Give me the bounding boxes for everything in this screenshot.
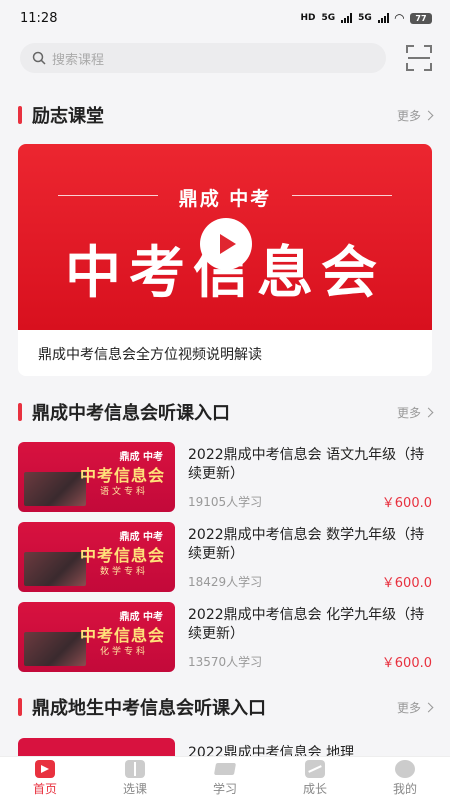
thumb-title: 中考信息会 (80, 546, 166, 565)
thumb-brand: 鼎成 中考 (119, 452, 163, 463)
course-thumbnail: 鼎成 中考 中考信息会 化学专科 (18, 602, 175, 672)
thumb-photo (24, 552, 86, 586)
section-title: 励志课堂 (32, 106, 104, 127)
tab-label: 首页 (32, 782, 57, 796)
course-price: ￥600.0 (381, 576, 432, 591)
featured-video-card[interactable]: 鼎成 中考 中考信息会 鼎成中考信息会全方位视频说明解读 (18, 144, 432, 376)
chevron-right-icon (423, 702, 434, 712)
tab-home[interactable]: 首页 (0, 757, 90, 800)
more-label: 更多 (396, 700, 421, 715)
status-bar: 11:28 HD 5G 5G ◠ 77 (0, 0, 450, 36)
course-thumbnail: 鼎成 中考 中考信息会 数学专科 (18, 522, 175, 592)
course-thumbnail (18, 738, 175, 758)
course-title: 2022鼎成中考信息会 数学九年级（持续更新） (188, 527, 425, 562)
tab-growth[interactable]: 成长 (270, 757, 360, 800)
course-item[interactable]: 鼎成 中考 中考信息会 化学专科 2022鼎成中考信息会 化学九年级（持续更新）… (18, 602, 432, 672)
section-header-motivation: 励志课堂 更多 (18, 102, 434, 128)
signal-icon (377, 13, 389, 23)
chevron-right-icon (423, 110, 434, 120)
section-header-info-session: 鼎成中考信息会听课入口 更多 (18, 399, 434, 425)
battery-icon: 77 (410, 12, 432, 24)
thumb-subject: 化学专科 (100, 647, 149, 657)
thumb-brand: 鼎成 中考 (119, 612, 163, 623)
signal-icon (341, 13, 353, 23)
tab-label: 成长 (302, 782, 327, 796)
search-input[interactable]: 搜索课程 (20, 43, 386, 73)
search-row: 搜索课程 (0, 40, 450, 76)
network-label-left: 5G (321, 13, 336, 23)
course-price: ￥600.0 (381, 656, 432, 671)
tab-label: 学习 (212, 782, 237, 796)
tab-courses[interactable]: 选课 (90, 757, 180, 800)
thumb-title: 中考信息会 (80, 626, 166, 645)
profile-icon (395, 760, 415, 778)
scan-icon[interactable] (406, 45, 432, 71)
trend-icon (305, 760, 325, 778)
thumb-subject: 语文专科 (100, 487, 149, 497)
course-learners: 13570人学习 (188, 655, 263, 669)
section-accent-bar (18, 698, 22, 716)
tab-label: 我的 (392, 782, 417, 796)
more-link[interactable]: 更多 (396, 699, 434, 716)
play-icon[interactable] (200, 218, 252, 270)
network-label-right: 5G (358, 13, 372, 23)
status-time: 11:28 (20, 10, 58, 26)
course-title: 2022鼎成中考信息会 化学九年级（持续更新） (188, 607, 425, 642)
graduation-cap-icon (213, 763, 237, 775)
section-title: 鼎成地生中考信息会听课入口 (32, 698, 266, 719)
featured-banner[interactable]: 鼎成 中考 中考信息会 (18, 144, 432, 330)
thumb-title: 中考信息会 (80, 466, 166, 485)
course-thumbnail: 鼎成 中考 中考信息会 语文专科 (18, 442, 175, 512)
more-label: 更多 (396, 405, 421, 420)
search-icon (32, 51, 46, 65)
course-item[interactable]: 鼎成 中考 中考信息会 语文专科 2022鼎成中考信息会 语文九年级（持续更新）… (18, 442, 432, 512)
featured-caption: 鼎成中考信息会全方位视频说明解读 (38, 347, 262, 363)
home-icon (35, 760, 55, 778)
bottom-tab-bar: 首页 选课 学习 成长 我的 (0, 756, 450, 800)
search-placeholder: 搜索课程 (52, 52, 105, 68)
course-item[interactable]: 2022鼎成中考信息会 地理 (18, 738, 432, 758)
course-learners: 18429人学习 (188, 575, 263, 589)
banner-brand: 鼎成 中考 (178, 188, 272, 210)
thumb-photo (24, 472, 86, 506)
chevron-right-icon (423, 407, 434, 417)
section-title: 鼎成中考信息会听课入口 (32, 403, 230, 424)
tab-study[interactable]: 学习 (180, 757, 270, 800)
thumb-subject: 数学专科 (100, 567, 149, 577)
thumb-photo (24, 632, 86, 666)
more-label: 更多 (396, 108, 421, 123)
tab-label: 选课 (122, 782, 147, 796)
course-item[interactable]: 鼎成 中考 中考信息会 数学专科 2022鼎成中考信息会 数学九年级（持续更新）… (18, 522, 432, 592)
course-learners: 19105人学习 (188, 495, 263, 509)
course-title: 2022鼎成中考信息会 语文九年级（持续更新） (188, 447, 425, 482)
tab-profile[interactable]: 我的 (360, 757, 450, 800)
book-icon (125, 760, 145, 778)
hd-indicator: HD (300, 13, 316, 23)
section-header-geo-bio: 鼎成地生中考信息会听课入口 更多 (18, 694, 434, 720)
section-accent-bar (18, 403, 22, 421)
more-link[interactable]: 更多 (396, 404, 434, 421)
course-price: ￥600.0 (381, 496, 432, 511)
thumb-brand: 鼎成 中考 (119, 532, 163, 543)
section-accent-bar (18, 106, 22, 124)
status-icons: HD 5G 5G ◠ 77 (300, 11, 432, 25)
wifi-icon: ◠ (394, 11, 404, 25)
more-link[interactable]: 更多 (396, 107, 434, 124)
